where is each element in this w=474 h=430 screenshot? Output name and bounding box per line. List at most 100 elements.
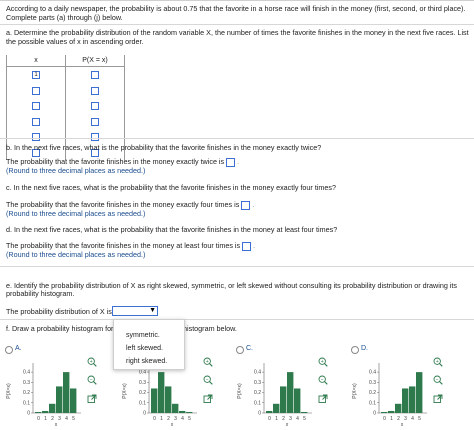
- x-tick-label: 1: [390, 416, 393, 422]
- x-value-input[interactable]: [32, 117, 40, 126]
- histogram-bar: [49, 403, 56, 413]
- x-tick-label: 4: [181, 416, 184, 422]
- x-tick-label: 4: [411, 416, 414, 422]
- x-tick-label: 0: [37, 416, 40, 422]
- x-tick-label: 4: [65, 416, 68, 422]
- choice-radio[interactable]: [236, 346, 244, 354]
- y-tick-label: 0: [258, 411, 261, 417]
- histogram-bar: [294, 388, 301, 413]
- part-d-hint: (Round to three decimal places as needed…: [6, 250, 146, 259]
- option-symmetric[interactable]: symmetric.: [126, 332, 160, 339]
- x-value-input[interactable]: [32, 86, 40, 95]
- option-left-skewed[interactable]: left skewed.: [126, 345, 163, 352]
- choice-radio[interactable]: [5, 346, 13, 354]
- x-axis-label: x: [171, 422, 174, 428]
- x-tick-label: 2: [51, 416, 54, 422]
- period: .: [237, 159, 240, 166]
- period: .: [253, 243, 256, 250]
- part-c-answer-input[interactable]: [241, 200, 251, 210]
- svg-text:+: +: [436, 359, 439, 365]
- choice-label: D.: [361, 345, 368, 352]
- x-tick-label: 1: [275, 416, 278, 422]
- y-tick-label: 0.1: [369, 400, 376, 406]
- histogram-bar: [56, 386, 63, 413]
- svg-text:−: −: [206, 377, 209, 383]
- x-cell: 1: [6, 66, 66, 83]
- svg-text:+: +: [321, 359, 324, 365]
- histogram-bar: [63, 372, 70, 413]
- x-value-input[interactable]: [32, 102, 40, 111]
- x-axis-label: x: [55, 422, 58, 428]
- probability-histogram: P(X=x)00.10.20.30.40 1 2 3 4 5x: [237, 363, 312, 428]
- y-tick-label: 0.3: [254, 380, 261, 386]
- histogram-bar: [266, 410, 273, 413]
- part-d-question: d. In the next five races, what is the p…: [6, 225, 338, 234]
- y-axis-label: P(X=x): [352, 383, 358, 399]
- x-tick-label: 5: [418, 416, 421, 422]
- probability-input[interactable]: [91, 86, 99, 95]
- zoom-in-icon[interactable]: +: [87, 357, 97, 367]
- x-axis-label: x: [401, 422, 404, 428]
- x-tick-label: 1: [44, 416, 47, 422]
- zoom-out-icon[interactable]: −: [87, 375, 97, 385]
- col-p-header: P(X = x): [65, 55, 125, 67]
- zoom-in-icon[interactable]: +: [433, 357, 443, 367]
- part-c-hint: (Round to three decimal places as needed…: [6, 209, 146, 218]
- period: .: [252, 202, 255, 209]
- external-link-icon[interactable]: [203, 394, 213, 404]
- probability-histogram: P(X=x)00.10.20.30.40 1 2 3 4 5x: [6, 363, 81, 428]
- p-cell: [65, 113, 125, 129]
- external-link-icon[interactable]: [433, 394, 443, 404]
- probability-histogram: P(X=x)00.10.20.30.40 1 2 3 4 5x: [352, 363, 427, 428]
- external-link-icon[interactable]: [318, 394, 328, 404]
- probability-input[interactable]: [91, 117, 99, 126]
- histogram-bar: [158, 372, 165, 413]
- histogram-bar: [35, 411, 42, 413]
- table-row: [6, 82, 125, 98]
- table-row: [6, 113, 125, 129]
- histogram-bar: [273, 403, 280, 413]
- histogram-bar: [301, 411, 308, 413]
- x-tick-label: 5: [303, 416, 306, 422]
- part-a-line-2: the possible values of x in ascending or…: [6, 37, 144, 46]
- probability-input[interactable]: [91, 102, 99, 111]
- p-cell: [65, 98, 125, 114]
- x-cell: [6, 98, 66, 114]
- x-value-input[interactable]: 1: [32, 71, 40, 80]
- part-b-answer-input[interactable]: [226, 157, 236, 167]
- probability-input[interactable]: [91, 71, 99, 80]
- zoom-out-icon[interactable]: −: [433, 375, 443, 385]
- skew-select[interactable]: ▼: [112, 306, 158, 316]
- y-tick-label: 0.4: [254, 370, 261, 376]
- divider: [0, 319, 474, 320]
- histogram-bar: [179, 410, 186, 413]
- x-tick-label: 2: [397, 416, 400, 422]
- external-link-icon[interactable]: [87, 394, 97, 404]
- part-b-question: b. In the next five races, what is the p…: [6, 143, 322, 152]
- choice-label: A.: [15, 345, 22, 352]
- x-tick-label: 3: [174, 416, 177, 422]
- x-cell: [6, 113, 66, 129]
- histogram-bar: [42, 410, 49, 413]
- y-tick-label: 0.4: [369, 370, 376, 376]
- part-d-answer-input[interactable]: [242, 241, 252, 251]
- histogram-bar: [409, 386, 416, 413]
- col-x-header: x: [6, 55, 66, 67]
- x-tick-label: 3: [404, 416, 407, 422]
- y-tick-label: 0: [143, 411, 146, 417]
- choice-radio[interactable]: [351, 346, 359, 354]
- y-tick-label: 0.1: [254, 400, 261, 406]
- svg-text:−: −: [90, 377, 93, 383]
- option-right-skewed[interactable]: right skewed.: [126, 358, 167, 365]
- zoom-in-icon[interactable]: +: [318, 357, 328, 367]
- y-axis-label: P(X=x): [122, 383, 128, 399]
- zoom-out-icon[interactable]: −: [203, 375, 213, 385]
- histogram-bar: [402, 388, 409, 413]
- y-tick-label: 0.2: [369, 390, 376, 396]
- y-tick-label: 0.3: [139, 380, 146, 386]
- y-axis-label: P(X=x): [6, 383, 12, 399]
- x-tick-label: 0: [383, 416, 386, 422]
- zoom-in-icon[interactable]: +: [203, 357, 213, 367]
- zoom-out-icon[interactable]: −: [318, 375, 328, 385]
- x-tick-label: 5: [188, 416, 191, 422]
